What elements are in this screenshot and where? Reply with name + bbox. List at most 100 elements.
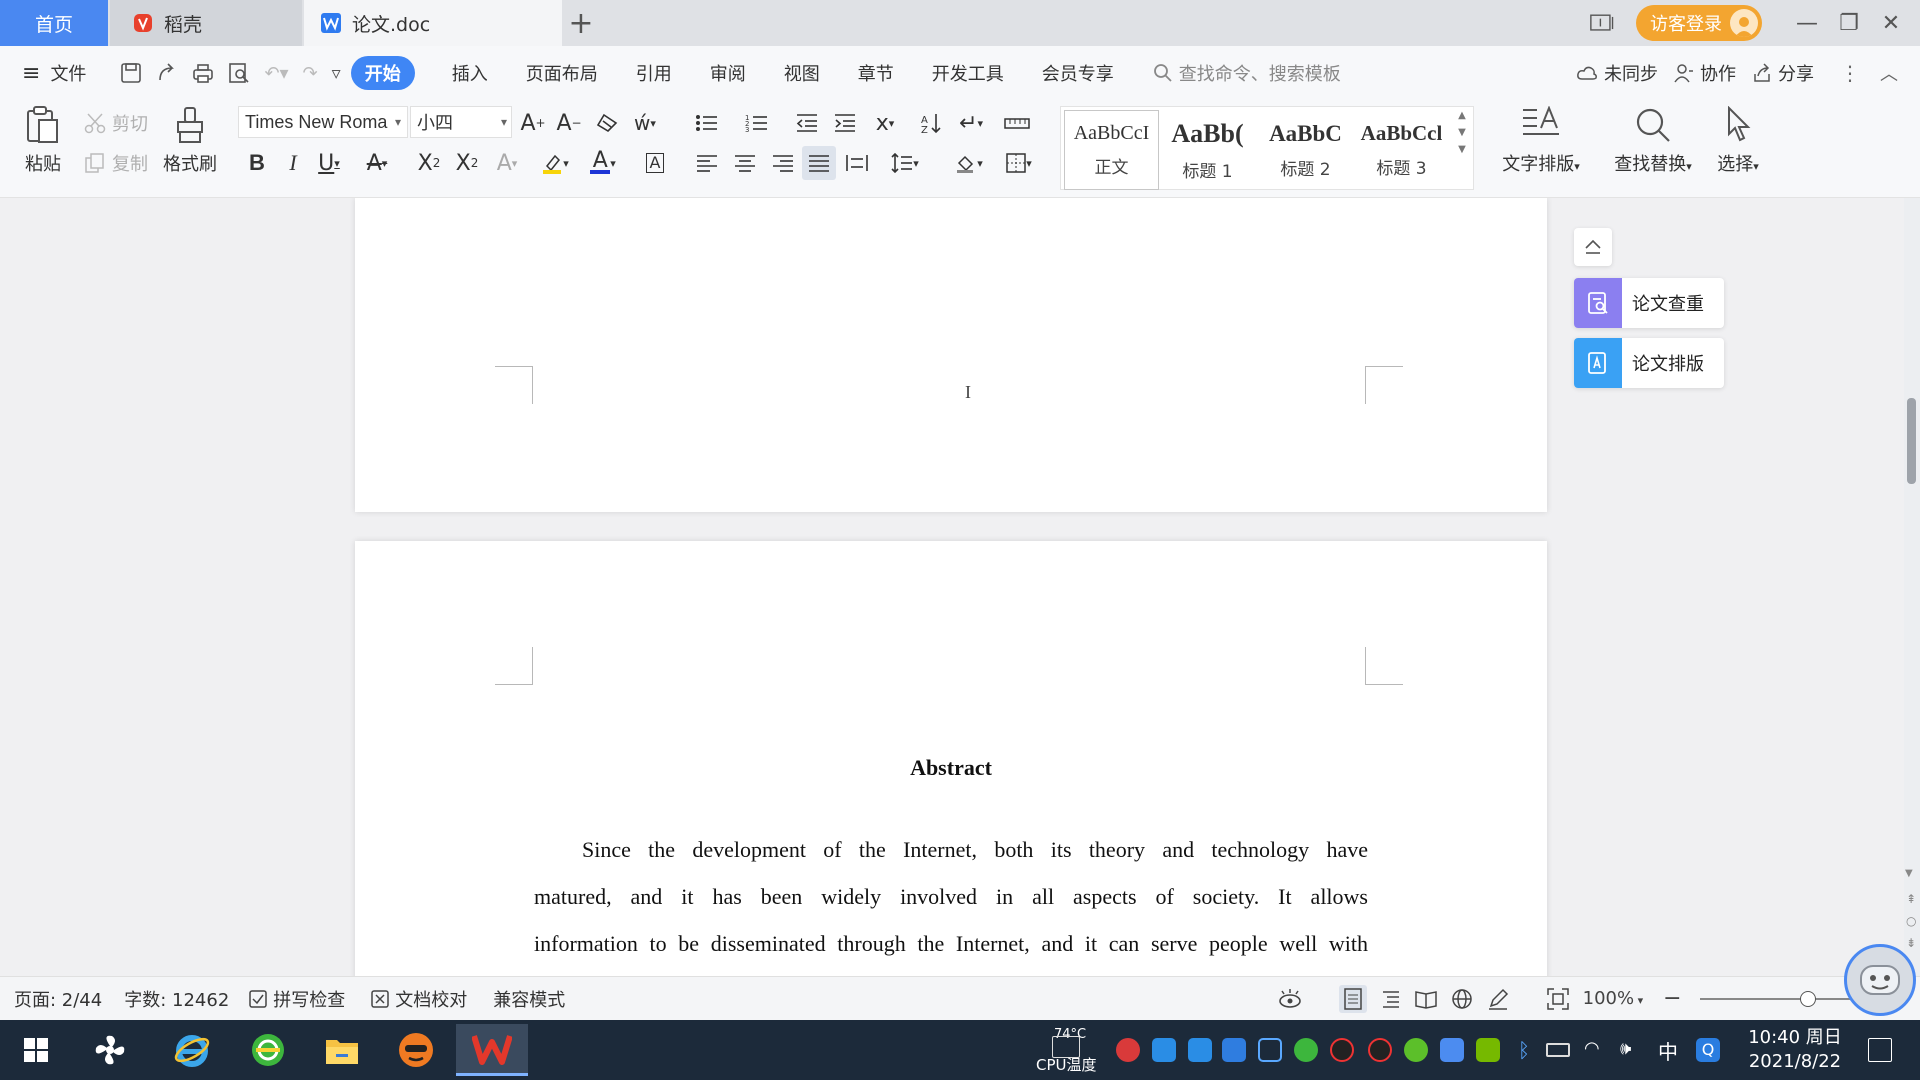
fan-app-icon[interactable] [82,1024,138,1076]
layout-toggle-icon[interactable] [1590,10,1616,36]
ie-browser-icon[interactable] [164,1024,220,1076]
align-center-icon[interactable] [728,146,762,180]
360-tray-icon[interactable] [1294,1038,1318,1062]
pinyin-guide-icon[interactable]: ẃ ▾ [628,106,662,140]
select-browse-icon[interactable]: ○ [1906,914,1916,928]
cpu-temp-widget[interactable]: 74°C CPU温度 [1030,1026,1116,1076]
style-heading-3[interactable]: AaBbCcl 标题 3 [1354,110,1449,190]
page-count[interactable]: 页面: 2/44 [14,986,102,1012]
font-color-icon[interactable]: A ▾ [586,146,620,180]
qq-icon[interactable] [1368,1038,1392,1062]
zoom-slider-handle[interactable] [1799,990,1816,1007]
style-normal[interactable]: AaBbCcI 正文 [1064,110,1159,190]
justify-icon[interactable] [802,146,836,180]
increase-indent-icon[interactable] [828,106,862,140]
more-options-icon[interactable]: ⋮ [1840,61,1860,85]
superscript-icon[interactable]: X2 [412,146,446,180]
redo-icon[interactable]: ↷ [303,63,318,84]
font-size-select[interactable]: 小四 ▾ [410,106,512,138]
strikethrough-icon[interactable]: A ▾ [360,146,394,180]
sync-status[interactable]: 未同步 [1576,60,1658,86]
qq-icon[interactable] [1330,1038,1354,1062]
shading-icon[interactable]: ▾ [952,146,986,180]
undo-icon[interactable]: ↶▾ [264,63,288,84]
page-view-icon[interactable] [1338,984,1367,1013]
menu-page-layout[interactable]: 页面布局 [507,60,617,86]
decrease-indent-icon[interactable] [790,106,824,140]
proofread-button[interactable]: 文档校对 [371,986,467,1012]
reading-view-icon[interactable] [1414,989,1437,1009]
volume-icon[interactable]: 🕪 [1620,1038,1644,1062]
distribute-icon[interactable] [840,146,874,180]
clock[interactable]: 10:40 周日 2021/8/22 [1740,1026,1850,1074]
menu-chapter[interactable]: 章节 [839,60,913,86]
close-icon[interactable]: ✕ [1870,11,1912,36]
zoom-out-icon[interactable]: − [1663,986,1681,1011]
tray-app-icon[interactable] [1116,1038,1140,1062]
print-icon[interactable] [192,62,214,84]
outline-view-icon[interactable] [1381,989,1401,1009]
wps-writer-icon[interactable] [456,1024,528,1076]
paper-format-button[interactable]: 论文排版 [1574,338,1724,388]
guest-login-button[interactable]: 访客登录 [1636,5,1762,41]
page-2[interactable]: Abstract Since the development of the In… [355,541,1547,976]
clear-format-icon[interactable] [590,106,624,140]
align-left-icon[interactable] [690,146,724,180]
nvidia-icon[interactable] [1476,1038,1500,1062]
write-mode-icon[interactable] [1487,988,1509,1010]
export-icon[interactable] [156,62,178,84]
prev-page-icon[interactable]: ⇞ [1906,892,1916,906]
battery-icon[interactable] [1546,1043,1570,1057]
menu-insert[interactable]: 插入 [433,60,507,86]
numbered-list-icon[interactable]: 123 [740,106,774,140]
menu-view[interactable]: 视图 [765,60,839,86]
char-border-icon[interactable]: A [638,146,672,180]
line-spacing-icon[interactable]: ▾ [888,146,922,180]
paste-button[interactable]: 粘贴 [18,106,68,182]
notification-center-icon[interactable] [1868,1038,1892,1062]
italic-icon[interactable]: I [276,146,310,180]
text-direction-icon[interactable]: ⅹ ▾ [868,106,902,140]
word-count[interactable]: 字数: 12462 [124,986,229,1012]
share-button[interactable]: 分享 [1752,60,1814,86]
underline-icon[interactable]: U ▾ [312,146,346,180]
bluetooth-icon[interactable]: ᛒ [1512,1038,1536,1062]
align-right-icon[interactable] [766,146,800,180]
tray-app-icon[interactable] [1440,1038,1464,1062]
zoom-slider[interactable] [1699,989,1868,1009]
tray-app-icon[interactable] [1222,1038,1246,1062]
menu-start[interactable]: 开始 [350,56,415,90]
game-app-icon[interactable] [388,1024,444,1076]
360-browser-icon[interactable] [240,1024,296,1076]
menu-member[interactable]: 会员专享 [1023,60,1133,86]
style-heading-1[interactable]: AaBb( 标题 1 [1160,110,1255,190]
print-preview-icon[interactable] [228,62,250,84]
sort-icon[interactable]: AZ [914,106,948,140]
fit-page-icon[interactable] [1546,987,1569,1010]
page-1-bottom[interactable]: I [355,198,1547,512]
text-layout-button[interactable]: 文字排版▾ [1494,106,1588,176]
file-explorer-icon[interactable] [314,1024,370,1076]
tray-app-icon[interactable] [1404,1038,1428,1062]
hamburger-icon[interactable]: ≡ [22,61,40,86]
subscript-icon[interactable]: X2 [450,146,484,180]
windows-start-icon[interactable] [8,1024,64,1076]
tab-document[interactable]: 论文.doc [304,0,562,46]
shrink-font-icon[interactable]: A − [552,106,586,140]
ruler-icon[interactable] [1000,106,1034,140]
text-effect-icon[interactable]: A ▾ [490,146,524,180]
restore-icon[interactable]: ❐ [1828,11,1870,36]
tray-app-icon[interactable]: Q [1696,1038,1720,1062]
cut-button[interactable]: 剪切 [84,110,148,136]
select-button[interactable]: 选择▾ [1706,106,1770,176]
paragraph-mark-icon[interactable]: ↵ ▾ [954,106,988,140]
menu-reference[interactable]: 引用 [617,60,691,86]
highlight-icon[interactable]: ▾ [538,146,572,180]
eye-protection-icon[interactable] [1277,988,1303,1010]
shield-icon[interactable] [1258,1038,1282,1062]
command-search[interactable]: 查找命令、搜索模板 [1153,60,1341,86]
borders-icon[interactable]: ▾ [1002,146,1036,180]
copy-button[interactable]: 复制 [84,150,148,176]
scrollbar-thumb[interactable] [1907,398,1916,484]
zoom-level-select[interactable]: 100% ▾ [1583,988,1644,1009]
